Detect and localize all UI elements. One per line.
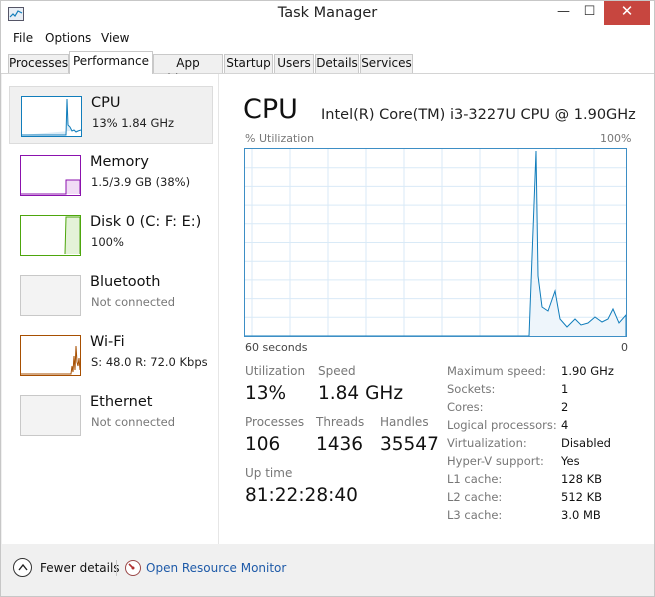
- processes-label: Processes: [245, 415, 305, 429]
- sidebar-item-label: Disk 0 (C: F: E:): [90, 214, 202, 230]
- fewer-details-button[interactable]: Fewer details: [40, 561, 120, 575]
- graph-x-right-label: 0: [621, 341, 628, 354]
- task-manager-window: Task Manager — ☐ ✕ File Options View Pro…: [0, 0, 655, 597]
- sockets-value: 1: [561, 382, 569, 396]
- max-speed-value: 1.90 GHz: [561, 364, 614, 378]
- ethernet-thumbnail-graph: [20, 395, 81, 436]
- l2-cache-value: 512 KB: [561, 490, 603, 504]
- resource-monitor-icon[interactable]: [125, 560, 141, 576]
- tab-users[interactable]: Users: [274, 54, 314, 73]
- l3-cache-label: L3 cache:: [447, 508, 503, 522]
- title-bar: Task Manager — ☐ ✕: [1, 1, 654, 29]
- cpu-utilization-graph: [244, 148, 627, 337]
- footer-bar: Fewer details Open Resource Monitor: [1, 546, 654, 596]
- virtualization-label: Virtualization:: [447, 436, 527, 450]
- sidebar-item-cpu[interactable]: CPU 13% 1.84 GHz: [9, 86, 213, 144]
- open-resource-monitor-link[interactable]: Open Resource Monitor: [146, 561, 286, 575]
- threads-value: 1436: [316, 434, 364, 455]
- sidebar-item-detail: 1.5/3.9 GB (38%): [91, 175, 191, 189]
- maximize-button[interactable]: ☐: [575, 1, 604, 25]
- memory-thumbnail-graph: [20, 155, 81, 196]
- page-title: CPU: [243, 94, 298, 125]
- sidebar-item-detail: 100%: [91, 235, 124, 249]
- virtualization-value: Disabled: [561, 436, 611, 450]
- threads-label: Threads: [316, 415, 365, 429]
- sidebar-item-label: Memory: [90, 154, 149, 170]
- chevron-up-icon[interactable]: [13, 558, 32, 577]
- hyper-v-label: Hyper-V support:: [447, 454, 544, 468]
- sockets-label: Sockets:: [447, 382, 496, 396]
- tab-processes[interactable]: Processes: [8, 54, 69, 73]
- sidebar-item-label: Bluetooth: [90, 274, 161, 290]
- disk-thumbnail-graph: [20, 215, 81, 256]
- speed-value: 1.84 GHz: [318, 383, 404, 404]
- menu-options[interactable]: Options: [45, 31, 91, 45]
- wifi-thumbnail-graph: [20, 335, 81, 376]
- graph-x-left-label: 60 seconds: [245, 341, 308, 354]
- sidebar-divider: [218, 74, 219, 544]
- tab-details[interactable]: Details: [315, 54, 359, 73]
- tab-services[interactable]: Services: [360, 54, 413, 73]
- sidebar-item-detail: 13% 1.84 GHz: [92, 116, 175, 130]
- cpu-model-name: Intel(R) Core(TM) i3-3227U CPU @ 1.90GHz: [321, 107, 636, 123]
- tab-performance[interactable]: Performance: [69, 51, 153, 74]
- graph-y-label: % Utilization: [245, 132, 315, 145]
- hyper-v-value: Yes: [561, 454, 580, 468]
- tab-app-history[interactable]: App history: [153, 54, 223, 86]
- footer-divider: [116, 560, 117, 576]
- performance-panel: CPU 13% 1.84 GHz Memory 1.5/3.9 GB (38%)…: [2, 74, 654, 544]
- tab-startup[interactable]: Startup: [224, 54, 273, 73]
- handles-value: 35547: [380, 434, 439, 455]
- sidebar-item-label: Ethernet: [90, 394, 153, 410]
- l3-cache-value: 3.0 MB: [561, 508, 601, 522]
- bluetooth-thumbnail-graph: [20, 275, 81, 316]
- logical-processors-label: Logical processors:: [447, 418, 557, 432]
- sidebar-item-label: CPU: [91, 95, 121, 111]
- cores-label: Cores:: [447, 400, 484, 414]
- sidebar-item-bluetooth[interactable]: Bluetooth Not connected: [9, 266, 213, 324]
- sidebar-item-disk[interactable]: Disk 0 (C: F: E:) 100%: [9, 206, 213, 264]
- menu-bar: File Options View: [1, 29, 654, 49]
- close-button[interactable]: ✕: [604, 1, 650, 25]
- sidebar-item-memory[interactable]: Memory 1.5/3.9 GB (38%): [9, 146, 213, 204]
- max-speed-label: Maximum speed:: [447, 364, 546, 378]
- sidebar-item-ethernet[interactable]: Ethernet Not connected: [9, 386, 213, 444]
- uptime-label: Up time: [245, 466, 293, 480]
- l1-cache-label: L1 cache:: [447, 472, 503, 486]
- sidebar-item-detail: Not connected: [91, 415, 176, 429]
- cpu-thumbnail-graph: [21, 96, 82, 137]
- sidebar-item-detail: S: 48.0 R: 72.0 Kbps: [91, 355, 208, 369]
- minimize-button[interactable]: —: [549, 1, 578, 25]
- l2-cache-label: L2 cache:: [447, 490, 503, 504]
- speed-label: Speed: [318, 364, 356, 378]
- menu-view[interactable]: View: [101, 31, 129, 45]
- processes-value: 106: [245, 434, 281, 455]
- utilization-label: Utilization: [245, 364, 306, 378]
- sidebar-item-wifi[interactable]: Wi-Fi S: 48.0 R: 72.0 Kbps: [9, 326, 213, 384]
- uptime-value: 81:22:28:40: [245, 485, 358, 506]
- menu-file[interactable]: File: [13, 31, 33, 45]
- graph-y-max-label: 100%: [600, 132, 632, 145]
- l1-cache-value: 128 KB: [561, 472, 603, 486]
- sidebar-item-label: Wi-Fi: [90, 334, 125, 350]
- utilization-value: 13%: [245, 383, 287, 404]
- cores-value: 2: [561, 400, 569, 414]
- logical-processors-value: 4: [561, 418, 569, 432]
- handles-label: Handles: [380, 415, 429, 429]
- sidebar-item-detail: Not connected: [91, 295, 176, 309]
- tab-strip: Processes Performance App history Startu…: [1, 49, 654, 86]
